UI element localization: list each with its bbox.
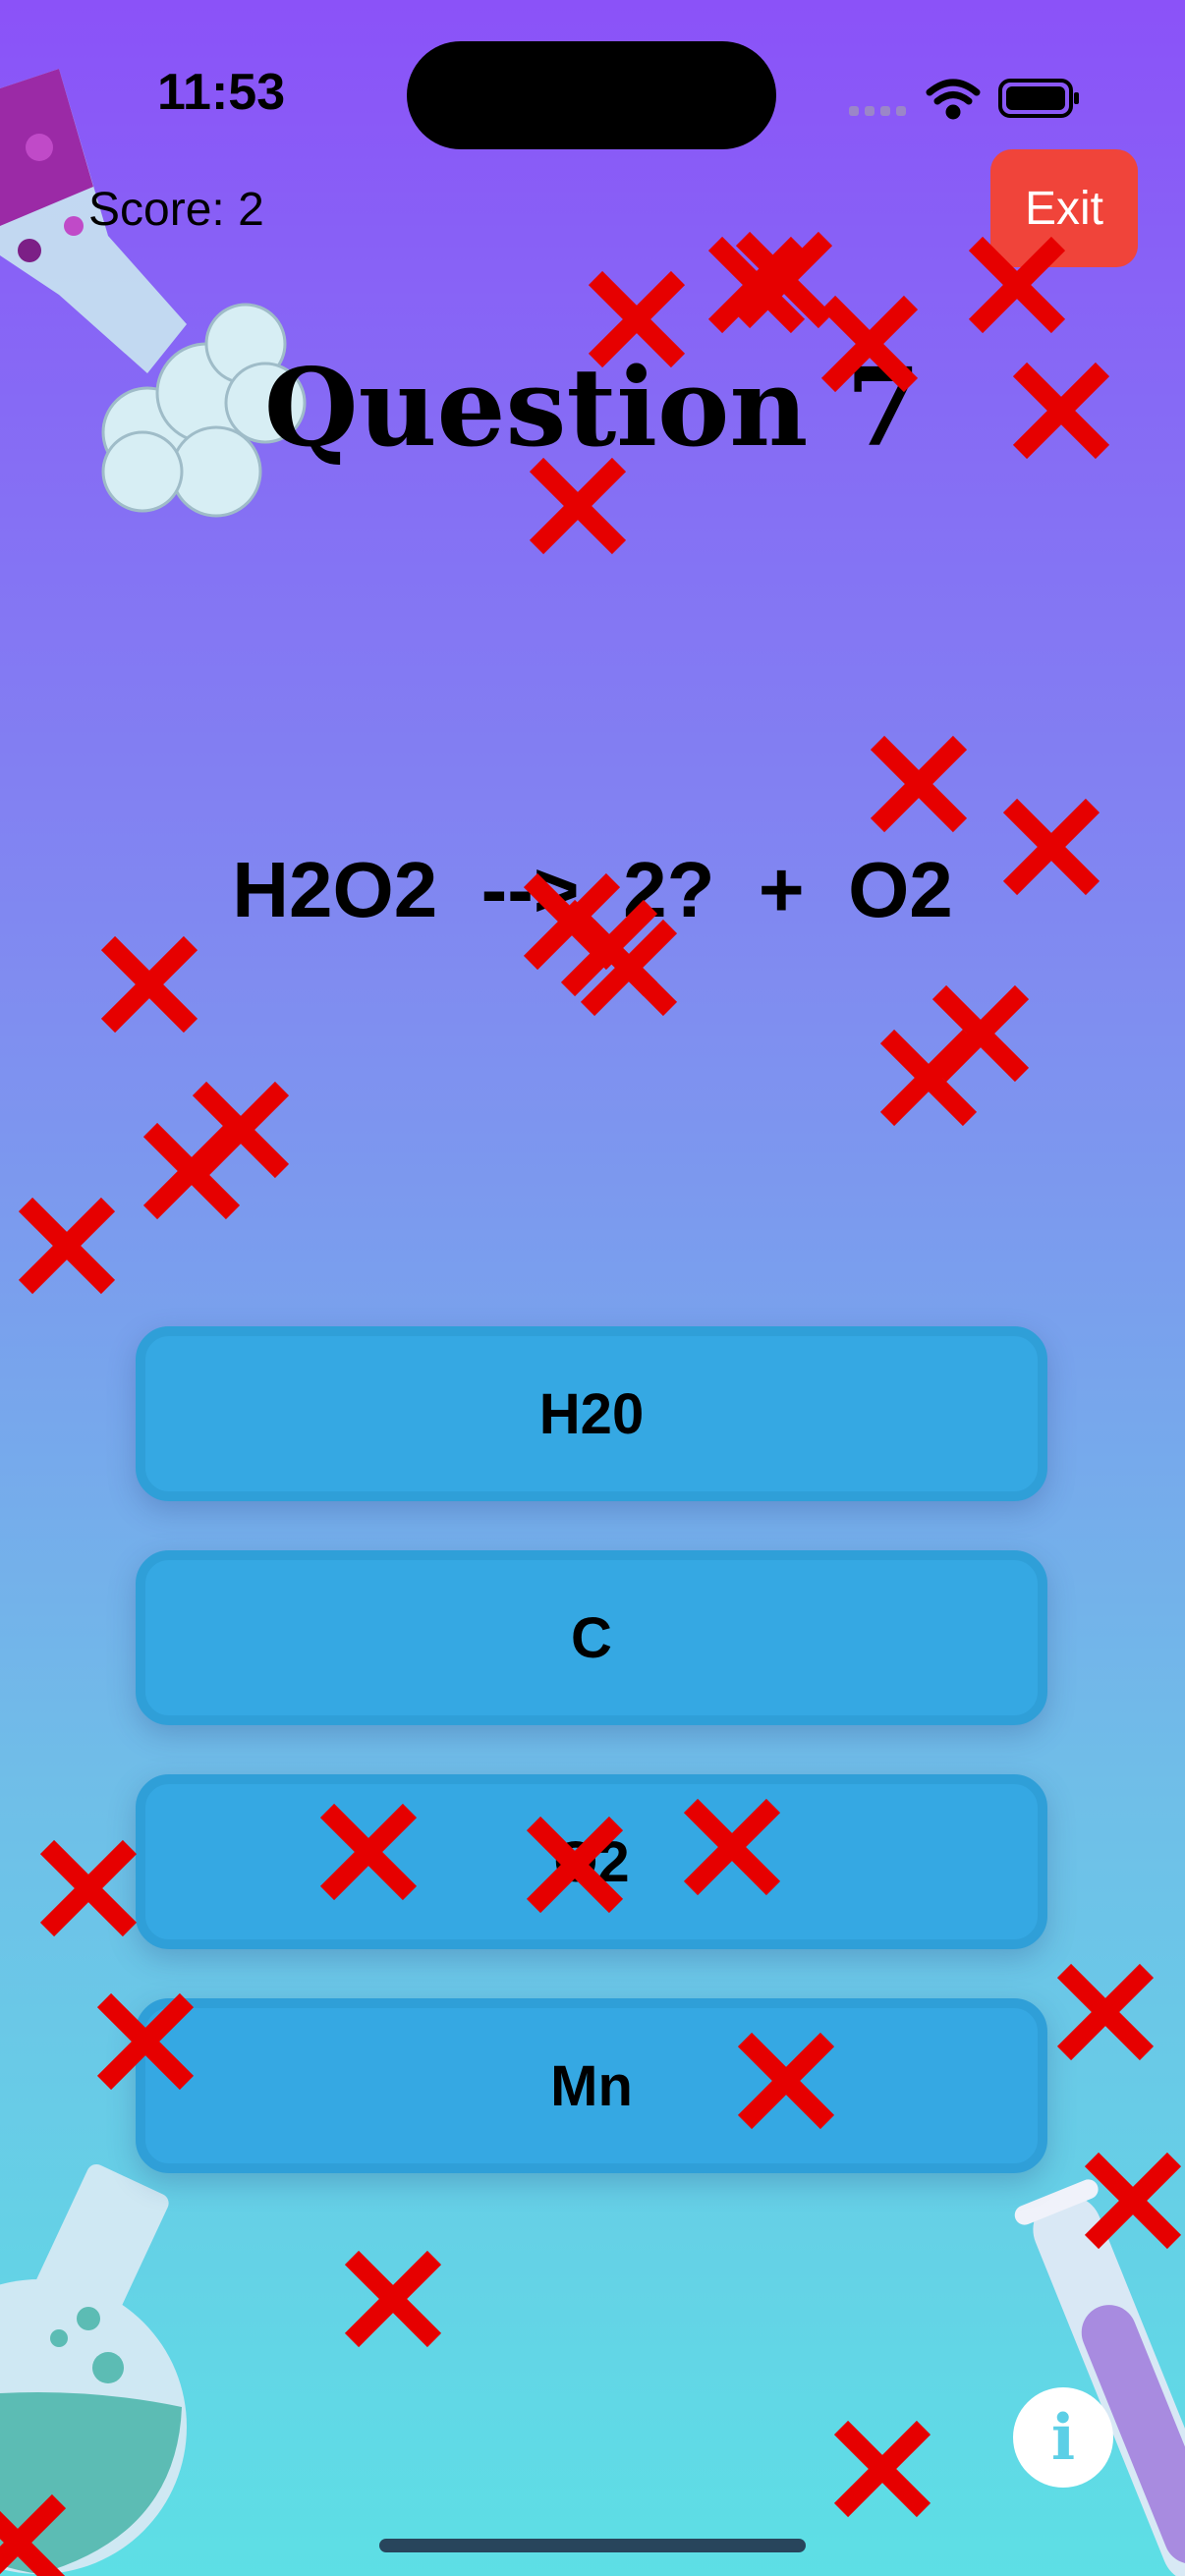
x-mark-icon <box>737 2032 835 2130</box>
x-mark-icon <box>968 236 1066 334</box>
x-mark-icon <box>1002 798 1100 896</box>
wrong-marks-layer <box>0 231 1182 2576</box>
x-mark-icon <box>18 1197 116 1295</box>
x-mark-icon <box>0 2493 67 2576</box>
x-mark-icon <box>833 2420 931 2518</box>
x-mark-icon <box>1056 1963 1155 2061</box>
x-mark-icon <box>39 1839 138 1937</box>
x-mark-icon <box>870 735 968 833</box>
home-indicator <box>379 2539 806 2552</box>
x-mark-icon <box>683 1798 781 1896</box>
x-mark-icon <box>879 1029 978 1127</box>
x-mark-icon <box>142 1122 241 1220</box>
x-mark-icon <box>526 1816 624 1914</box>
x-mark-icon <box>1012 362 1110 460</box>
x-mark-icon <box>820 295 919 393</box>
x-mark-icon <box>344 2250 442 2348</box>
x-mark-icon <box>96 1992 195 2091</box>
info-button[interactable]: i <box>1013 2387 1113 2488</box>
x-mark-icon <box>588 270 686 368</box>
x-mark-icon <box>319 1803 418 1901</box>
x-mark-icon <box>100 935 198 1034</box>
x-mark-icon <box>529 457 627 555</box>
x-mark-icon <box>1084 2152 1182 2250</box>
